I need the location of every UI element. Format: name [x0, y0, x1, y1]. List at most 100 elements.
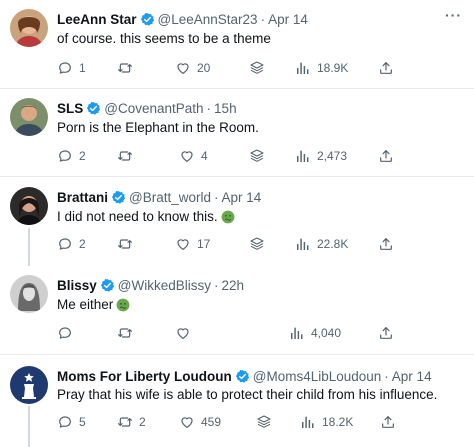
view-count: 22.8K — [317, 237, 349, 251]
avatar[interactable] — [10, 9, 48, 47]
stack-button[interactable] — [256, 413, 272, 431]
display-name[interactable]: LeeAnn Star — [57, 12, 137, 27]
reply-button[interactable]: 5 — [57, 413, 86, 431]
share-icon — [378, 236, 394, 252]
avatar[interactable] — [10, 366, 48, 404]
like-count: 4 — [201, 149, 208, 163]
views-icon — [295, 148, 311, 164]
nauseated-face-emoji — [221, 210, 235, 224]
reply-icon — [57, 325, 73, 341]
display-name[interactable]: Blissy — [57, 278, 97, 293]
retweet-icon — [117, 325, 133, 341]
separator-dot: · — [214, 278, 219, 293]
reply-button[interactable]: 2 — [57, 147, 86, 165]
retweet-button[interactable] — [117, 324, 139, 342]
separator-dot: · — [260, 12, 266, 27]
share-button[interactable] — [378, 59, 394, 77]
display-name[interactable]: Moms For Liberty Loudoun — [57, 369, 232, 384]
views-button[interactable]: 4,040 — [289, 324, 341, 342]
stack-icon — [256, 414, 272, 430]
view-count: 18.2K — [322, 415, 354, 429]
like-icon — [175, 325, 191, 341]
stack-button[interactable] — [249, 59, 265, 77]
action-bar: 2 4 2,473 — [0, 147, 474, 165]
display-name[interactable]: Brattani — [57, 190, 108, 205]
retweet-icon — [117, 60, 133, 76]
share-button[interactable] — [378, 147, 394, 165]
reply-button[interactable] — [57, 324, 79, 342]
like-icon — [179, 148, 195, 164]
like-count: 17 — [197, 237, 211, 251]
handle[interactable]: @WikkedBlissy — [118, 278, 211, 293]
like-icon — [179, 414, 195, 430]
like-button[interactable]: 17 — [175, 235, 210, 253]
avatar[interactable] — [10, 98, 48, 136]
divider — [0, 354, 474, 355]
like-button[interactable] — [175, 324, 197, 342]
views-icon — [295, 236, 311, 252]
handle[interactable]: @LeeAnnStar23 — [158, 12, 258, 27]
like-button[interactable]: 459 — [179, 413, 221, 431]
retweet-button[interactable] — [117, 147, 139, 165]
views-button[interactable]: 22.8K — [295, 235, 348, 253]
retweet-icon — [117, 148, 133, 164]
timestamp[interactable]: Apr 14 — [222, 190, 262, 205]
timestamp[interactable]: Apr 14 — [392, 369, 432, 384]
avatar[interactable] — [10, 187, 48, 225]
timestamp[interactable]: Apr 14 — [268, 12, 308, 27]
timestamp[interactable]: 22h — [222, 278, 245, 293]
stack-button[interactable] — [249, 235, 265, 253]
share-button[interactable] — [380, 413, 396, 431]
share-icon — [378, 325, 394, 341]
view-count: 4,040 — [311, 326, 342, 340]
like-button[interactable]: 20 — [175, 59, 210, 77]
tweet-text: I did not need to know this. — [57, 208, 235, 225]
tweet-text: Porn is the Elephant in the Room. — [57, 120, 259, 135]
like-button[interactable]: 4 — [179, 147, 208, 165]
reply-button[interactable]: 2 — [57, 235, 86, 253]
reply-count: 1 — [79, 61, 86, 75]
display-name[interactable]: SLS — [57, 101, 83, 116]
like-count: 20 — [197, 61, 211, 75]
tweet-text-body: I did not need to know this. — [57, 209, 218, 224]
tweet-header: Brattani @Bratt_world · Apr 14 — [57, 189, 261, 206]
action-bar: 2 17 22.8K — [0, 235, 474, 253]
views-button[interactable]: 2,473 — [295, 147, 347, 165]
views-icon — [295, 60, 311, 76]
views-button[interactable]: 18.9K — [295, 59, 348, 77]
retweet-button[interactable] — [117, 235, 139, 253]
separator-dot: · — [214, 190, 219, 205]
share-button[interactable] — [378, 235, 394, 253]
handle[interactable]: @Bratt_world — [129, 190, 211, 205]
divider — [0, 88, 474, 89]
verified-badge-icon — [111, 190, 126, 205]
reply-count: 2 — [79, 237, 86, 251]
stack-icon — [249, 148, 265, 164]
share-button[interactable] — [378, 324, 394, 342]
stack-button[interactable] — [249, 147, 265, 165]
views-icon — [289, 325, 305, 341]
share-icon — [378, 148, 394, 164]
more-icon[interactable]: ··· — [445, 7, 462, 23]
verified-badge-icon — [235, 369, 250, 384]
retweet-button[interactable] — [117, 59, 139, 77]
action-bar: 4,040 — [0, 324, 474, 342]
reply-button[interactable]: 1 — [57, 59, 86, 77]
handle[interactable]: @Moms4LibLoudoun — [253, 369, 382, 384]
handle[interactable]: @CovenantPath — [104, 101, 203, 116]
views-icon — [300, 414, 316, 430]
timestamp[interactable]: 15h — [214, 101, 237, 116]
tweet-text: Me either — [57, 296, 130, 313]
retweet-button[interactable]: 2 — [117, 413, 146, 431]
reply-icon — [57, 236, 73, 252]
action-bar: 5 2 459 18.2K — [0, 413, 474, 431]
reply-icon — [57, 60, 73, 76]
reply-icon — [57, 414, 73, 430]
avatar[interactable] — [10, 275, 48, 313]
tweet-header: Moms For Liberty Loudoun @Moms4LibLoudoun… — [57, 368, 432, 385]
tweet-text-body: Me either — [57, 297, 114, 312]
verified-badge-icon — [140, 12, 155, 27]
views-button[interactable]: 18.2K — [300, 413, 353, 431]
action-bar: 1 20 18.9K — [0, 59, 474, 77]
view-count: 18.9K — [317, 61, 349, 75]
